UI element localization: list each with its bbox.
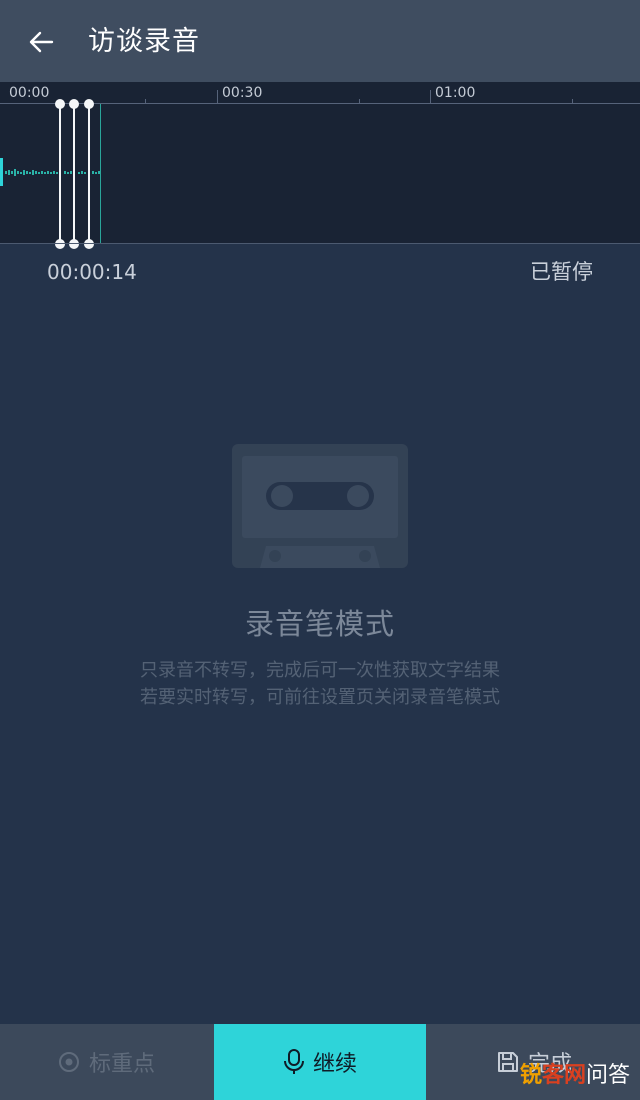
tick-label-1: 00:30 — [222, 85, 263, 101]
waveform — [0, 158, 100, 186]
mode-description-line-1: 只录音不转写，完成后可一次性获取文字结果 — [140, 660, 500, 681]
tick-major — [430, 90, 431, 104]
microphone-icon — [283, 1049, 305, 1075]
mark-highlight-label: 标重点 — [88, 1052, 155, 1077]
tick-minor — [359, 99, 360, 104]
arrow-left-icon — [29, 31, 54, 53]
marker-handle[interactable] — [84, 99, 94, 249]
waveform-timeline[interactable]: 00:00 00:30 01:00 — [0, 82, 640, 249]
recording-status: 已暂停 — [530, 260, 593, 284]
watermark: 锐客网问答 — [520, 1062, 630, 1090]
tick-minor — [145, 99, 146, 104]
playhead — [100, 104, 101, 244]
watermark-part-1: 锐 — [519, 1063, 542, 1088]
cassette-icon — [232, 444, 408, 568]
divider — [0, 243, 640, 244]
tick-label-2: 01:00 — [435, 85, 476, 101]
marker-handle[interactable] — [69, 99, 79, 249]
target-icon — [57, 1050, 81, 1074]
continue-label: 继续 — [312, 1052, 357, 1077]
watermark-part-2: 客网 — [541, 1063, 586, 1088]
elapsed-time: 00:00:14 — [47, 260, 137, 284]
save-icon — [496, 1050, 520, 1074]
mode-description-line-2: 若要实时转写，可前往设置页关闭录音笔模式 — [140, 687, 500, 708]
back-button[interactable] — [22, 22, 64, 62]
timeline-ruler — [0, 103, 640, 104]
app-bar: 访谈录音 — [0, 0, 640, 82]
tick-label-0: 00:00 — [9, 85, 50, 101]
continue-button[interactable]: 继续 — [214, 1024, 426, 1100]
watermark-part-3: 问答 — [585, 1063, 630, 1088]
tick-major — [217, 90, 218, 104]
page-title: 访谈录音 — [88, 26, 200, 57]
mark-highlight-button[interactable]: 标重点 — [0, 1024, 212, 1100]
mode-title: 录音笔模式 — [244, 607, 395, 641]
tick-minor — [572, 99, 573, 104]
marker-handle[interactable] — [55, 99, 65, 249]
